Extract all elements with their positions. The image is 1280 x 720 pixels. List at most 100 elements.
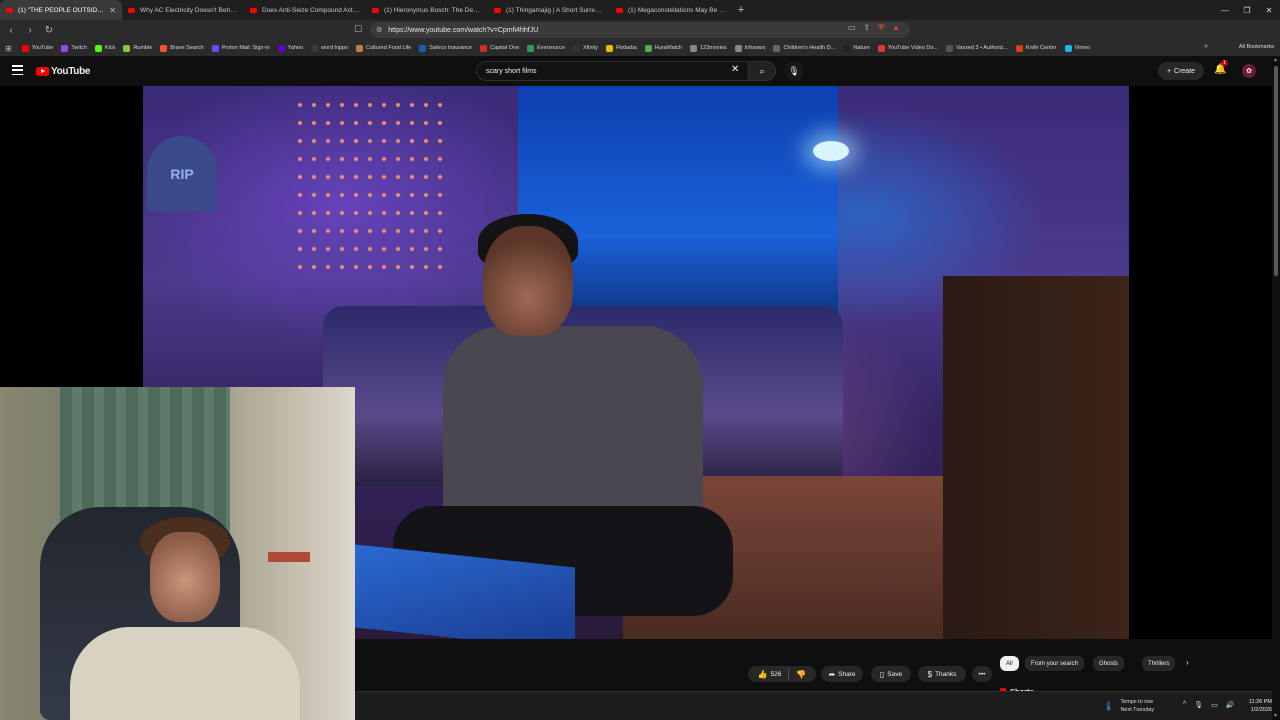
search-button[interactable]: ⌕ xyxy=(748,61,776,81)
avatar[interactable]: ✿ xyxy=(1242,64,1256,78)
bookmark-item[interactable]: Yahoo xyxy=(277,44,303,52)
bookmark-item[interactable]: Safeco Insurance xyxy=(419,44,472,52)
bookmark-item[interactable]: Cultured Food Life xyxy=(356,44,411,52)
brave-shield-icon[interactable]: ⛨ xyxy=(878,23,884,33)
bookmark-item[interactable]: Rumble xyxy=(123,44,153,52)
all-bookmarks[interactable]: All Bookmarks xyxy=(1239,44,1274,50)
weather-subtitle: Next Tuesday xyxy=(1120,707,1155,713)
url-field[interactable]: ⚙ https://www.youtube.com/watch?v=Cpmfi4… xyxy=(370,22,910,38)
bookmark-label: Infowars xyxy=(744,45,766,51)
bookmark-item[interactable]: Brave Search xyxy=(160,44,204,52)
bookmark-favicon-icon xyxy=(211,44,219,52)
weather-widget[interactable]: 🌡 Temps to rise Next Tuesday xyxy=(1103,698,1154,714)
taskbar-clock[interactable]: 11:26 PM 1/2/2026 xyxy=(1249,698,1272,714)
bookmark-label: Rumble xyxy=(133,45,153,51)
search-input[interactable]: scary short films xyxy=(476,61,750,81)
page-scrollbar[interactable]: ▲ ▼ xyxy=(1272,56,1280,720)
bookmark-label: Twitch xyxy=(71,45,87,51)
chip-ghosts[interactable]: Ghosts xyxy=(1093,656,1125,671)
close-window-icon[interactable]: ✕ xyxy=(1258,6,1280,15)
voice-search-button[interactable]: 🎙 xyxy=(784,61,804,81)
bookmark-favicon-icon xyxy=(877,44,885,52)
bookmark-item[interactable]: Nature xyxy=(843,44,870,52)
more-bookmarks-icon[interactable]: » xyxy=(1204,43,1208,50)
new-tab-button[interactable]: + xyxy=(732,0,750,20)
bookmark-label: Knife Center xyxy=(1026,45,1057,51)
bookmark-label: Brave Search xyxy=(170,45,204,51)
bookmark-favicon-icon xyxy=(605,44,613,52)
save-label: Save xyxy=(887,670,903,678)
bookmark-label: Nature xyxy=(853,45,870,51)
bookmark-item[interactable]: YouTube xyxy=(21,44,53,52)
thumbs-up-icon[interactable]: 👍 xyxy=(758,670,768,679)
bookmark-item[interactable]: Eversource xyxy=(527,44,565,52)
bookmark-favicon-icon xyxy=(946,44,954,52)
bookmark-item[interactable]: Flixbaba xyxy=(605,44,637,52)
like-count[interactable]: 526 xyxy=(771,671,782,678)
bookmark-favicon-icon xyxy=(644,44,652,52)
youtube-logo[interactable]: YouTube xyxy=(36,66,91,77)
bookmark-item[interactable]: Kick xyxy=(94,44,115,52)
back-icon[interactable]: ‹ xyxy=(3,25,19,36)
maximize-icon[interactable]: ❐ xyxy=(1236,6,1258,15)
bookmark-label: 123movies xyxy=(700,45,727,51)
thumbs-down-icon[interactable]: 👎 xyxy=(796,670,806,679)
bookmark-item[interactable]: Knife Center xyxy=(1016,44,1057,52)
chip-from-your-search[interactable]: From your search xyxy=(1025,656,1085,671)
chip-all[interactable]: All xyxy=(1000,656,1019,671)
youtube-favicon-icon xyxy=(128,7,135,13)
browser-tab[interactable]: (1) Megaconstellations May Be Just xyxy=(610,0,732,20)
url-actions: ▭ ⇪ ⛨ ▲ xyxy=(848,23,900,33)
browser-tab-active[interactable]: (1) "THE PEOPLE OUTSIDE" | ✕ xyxy=(0,0,122,20)
scroll-thumb[interactable] xyxy=(1274,66,1278,276)
youtube-favicon-icon xyxy=(372,7,379,13)
bookmark-item[interactable]: Vimeo xyxy=(1064,44,1090,52)
bookmark-icon[interactable]: ☐ xyxy=(354,24,362,35)
thanks-button[interactable]: $ Thanks xyxy=(918,666,966,682)
more-actions-button[interactable]: ••• xyxy=(972,666,992,682)
chevron-right-icon[interactable]: › xyxy=(1186,658,1189,667)
bookmark-item[interactable]: Proton Mail: Sign-in xyxy=(211,44,270,52)
save-button[interactable]: ▯ Save xyxy=(871,666,911,682)
menu-icon[interactable] xyxy=(12,65,23,75)
clear-search-icon[interactable]: ✕ xyxy=(731,64,739,75)
volume-icon[interactable]: 🔊 xyxy=(1226,701,1235,709)
share-page-icon[interactable]: ⇪ xyxy=(863,23,870,33)
bookmark-item[interactable]: Infowars xyxy=(734,44,766,52)
bookmark-label: YouTube Video Do... xyxy=(887,45,939,51)
scroll-down-icon[interactable]: ▼ xyxy=(1273,713,1278,719)
microphone-icon[interactable]: 🎙 xyxy=(1194,701,1203,709)
youtube-favicon-icon xyxy=(616,7,623,13)
close-icon[interactable]: ✕ xyxy=(109,6,116,15)
chip-thrillers[interactable]: Thrillers xyxy=(1142,656,1176,671)
chevron-up-icon[interactable]: ^ xyxy=(1183,701,1186,709)
rewards-icon[interactable]: ▲ xyxy=(892,23,900,33)
apps-grid-icon[interactable]: ⊞ xyxy=(5,44,12,53)
scroll-up-icon[interactable]: ▲ xyxy=(1273,57,1278,63)
tab-title: (1) Hieronymus Bosch: The Devil Ma xyxy=(384,6,482,14)
create-button[interactable]: + Create xyxy=(1158,62,1204,80)
cast-icon[interactable]: ▭ xyxy=(848,23,856,33)
share-button[interactable]: ➦ Share xyxy=(821,666,863,682)
bookmark-item[interactable]: 123movies xyxy=(690,44,727,52)
bookmark-item[interactable]: Vaxxed 3 • Authoriz... xyxy=(946,44,1008,52)
site-info-icon[interactable]: ⚙ xyxy=(376,26,382,34)
bookmark-item[interactable]: Capital One xyxy=(480,44,519,52)
bookmark-item[interactable]: Children's Health D... xyxy=(773,44,835,52)
browser-tab[interactable]: (1) Thingamajig | A Short Surreal Ho xyxy=(488,0,610,20)
network-icon[interactable]: ▭ xyxy=(1211,701,1218,709)
bookmark-item[interactable]: YouTube Video Do... xyxy=(877,44,939,52)
youtube-play-icon xyxy=(36,67,49,76)
bookmark-item[interactable]: word hippo xyxy=(311,44,348,52)
browser-tab[interactable]: (1) Hieronymus Bosch: The Devil Ma xyxy=(366,0,488,20)
browser-tab[interactable]: Does Anti-Seize Compound Actually xyxy=(244,0,366,20)
bookmark-item[interactable]: Xfinity xyxy=(572,44,598,52)
minimize-icon[interactable]: — xyxy=(1214,6,1236,15)
browser-tab[interactable]: Why AC Electricity Doesn't Behave xyxy=(122,0,244,20)
bookmark-item[interactable]: HuraWatch xyxy=(644,44,682,52)
bookmark-item[interactable]: Twitch xyxy=(61,44,87,52)
reload-icon[interactable]: ↻ xyxy=(41,25,57,36)
bookmark-label: Xfinity xyxy=(582,45,598,51)
thanks-icon: $ xyxy=(927,669,933,679)
forward-icon[interactable]: › xyxy=(22,25,38,36)
